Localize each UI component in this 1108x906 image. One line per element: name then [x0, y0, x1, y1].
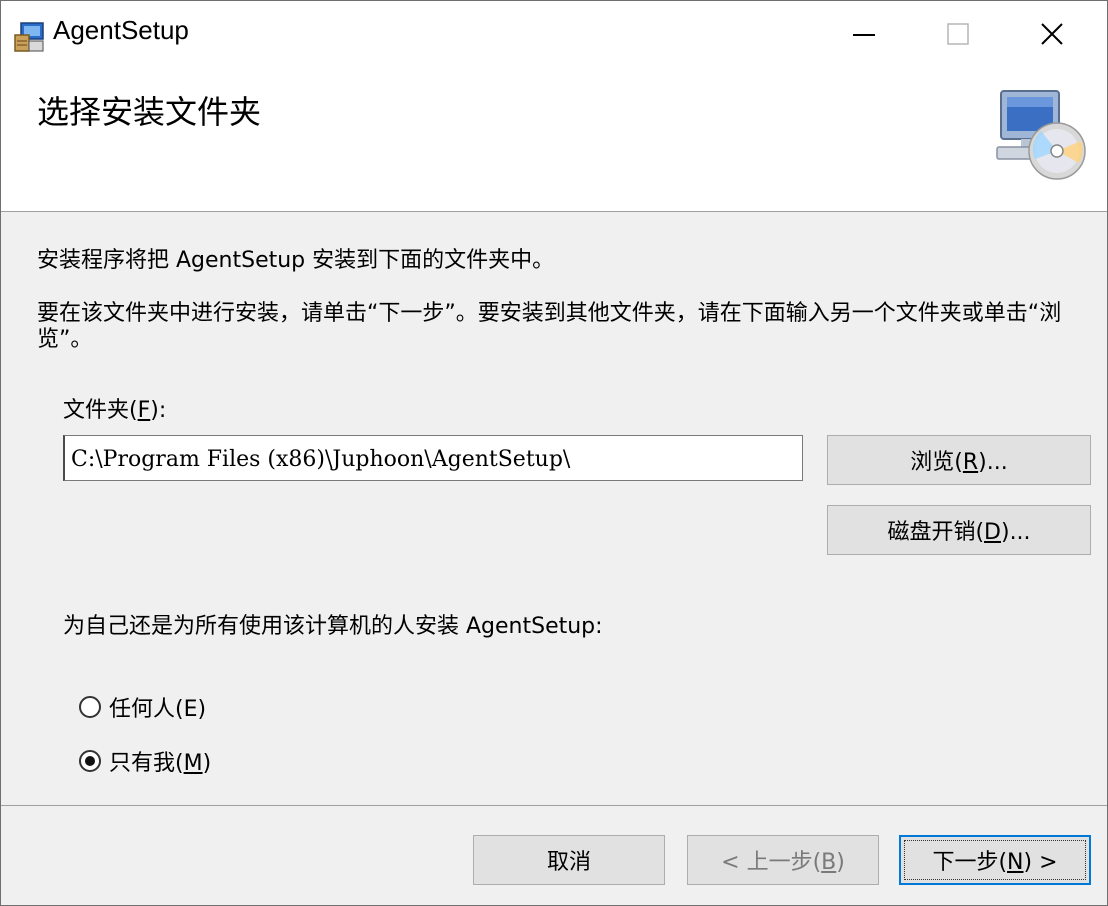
browse-label: 浏览(R)... — [910, 450, 1008, 475]
folder-path-input[interactable] — [63, 435, 803, 481]
radio-only-me[interactable]: 只有我(M) — [79, 745, 211, 777]
minimize-button[interactable] — [819, 1, 909, 67]
maximize-icon — [947, 23, 969, 45]
installer-window: AgentSetup 选择安装文件夹 安装程序将把 AgentSetup 安装到… — [0, 0, 1108, 906]
footer-divider — [1, 805, 1107, 806]
intro-text-line1: 安装程序将把 AgentSetup 安装到下面的文件夹中。 — [37, 248, 555, 273]
cancel-label: 取消 — [546, 850, 591, 875]
focus-rect — [904, 840, 1086, 880]
close-button[interactable] — [1007, 1, 1097, 67]
cancel-button[interactable]: 取消 — [473, 835, 665, 885]
back-button[interactable]: < 上一步(B) — [687, 835, 879, 885]
radio-anyone[interactable]: 任何人(E) — [79, 691, 206, 723]
browse-button[interactable]: 浏览(R)... — [827, 435, 1091, 485]
installer-app-icon — [14, 22, 44, 52]
install-scope-label: 为自己还是为所有使用该计算机的人安装 AgentSetup: — [63, 614, 603, 639]
minimize-icon — [853, 34, 875, 36]
folder-label: 文件夹(F): — [63, 398, 167, 423]
disk-cost-label: 磁盘开销(D)... — [887, 520, 1031, 545]
back-label: < 上一步(B) — [721, 850, 845, 875]
maximize-button — [913, 1, 1003, 67]
computer-cd-icon — [996, 90, 1086, 180]
window-title: AgentSetup — [53, 15, 189, 45]
disk-cost-button[interactable]: 磁盘开销(D)... — [827, 505, 1091, 555]
radio-anyone-label: 任何人(E) — [109, 697, 207, 722]
header-panel: 选择安装文件夹 — [1, 67, 1107, 212]
close-icon — [1041, 23, 1063, 45]
radio-unchecked-icon — [79, 696, 101, 718]
radio-checked-icon — [79, 750, 101, 772]
intro-text-line2: 要在该文件夹中进行安装，请单击“下一步”。要安装到其他文件夹，请在下面输入另一个… — [37, 301, 1062, 352]
title-bar: AgentSetup — [1, 1, 1107, 67]
next-button[interactable]: 下一步(N) > — [899, 835, 1091, 885]
radio-only-me-label: 只有我(M) — [109, 751, 212, 776]
page-title: 选择安装文件夹 — [37, 93, 262, 131]
